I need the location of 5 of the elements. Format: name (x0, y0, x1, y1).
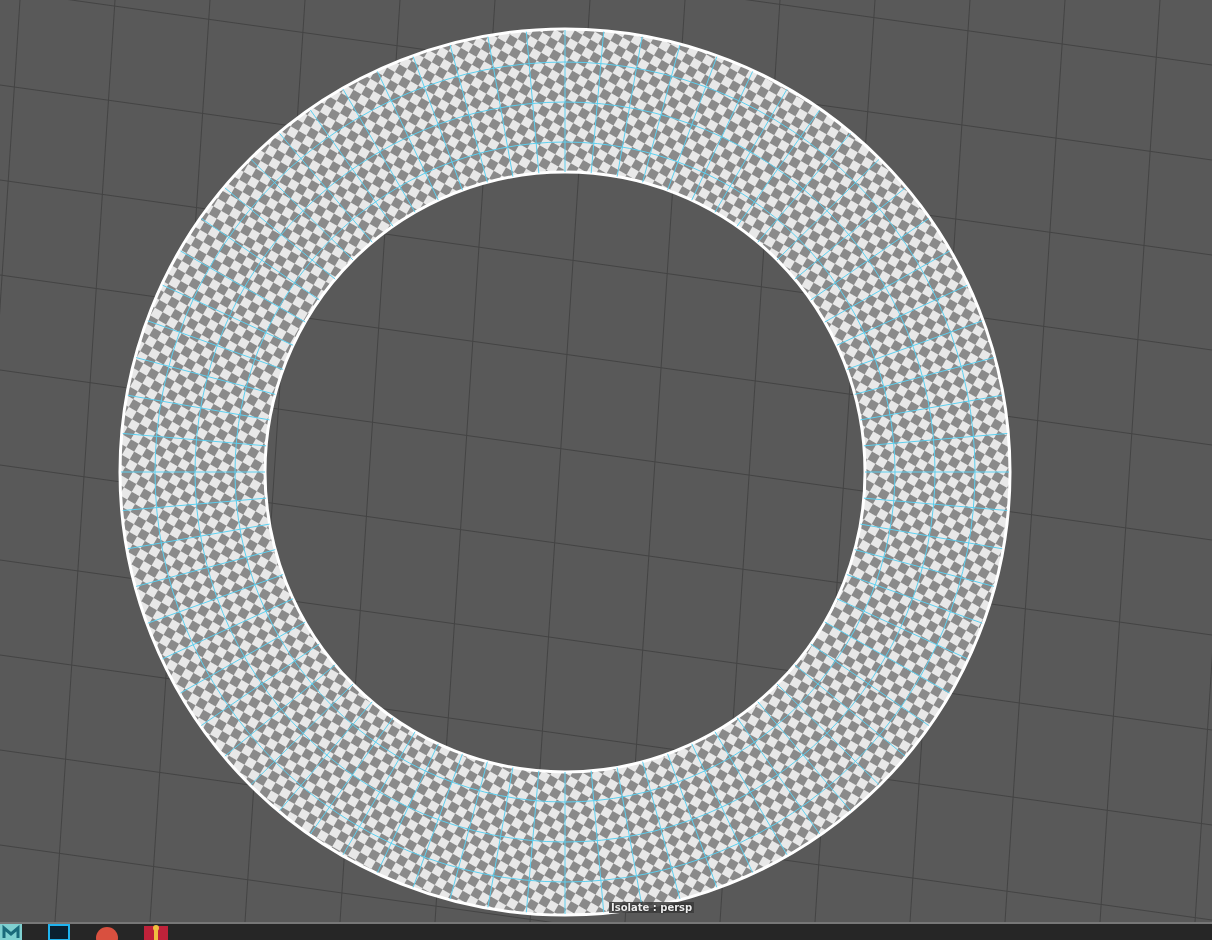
gift-icon[interactable] (144, 924, 168, 940)
camera-label: Isolate : persp (609, 902, 695, 913)
app-icon[interactable] (0, 924, 22, 940)
circle-app-icon[interactable] (96, 924, 118, 940)
square-app-icon[interactable] (48, 924, 70, 940)
